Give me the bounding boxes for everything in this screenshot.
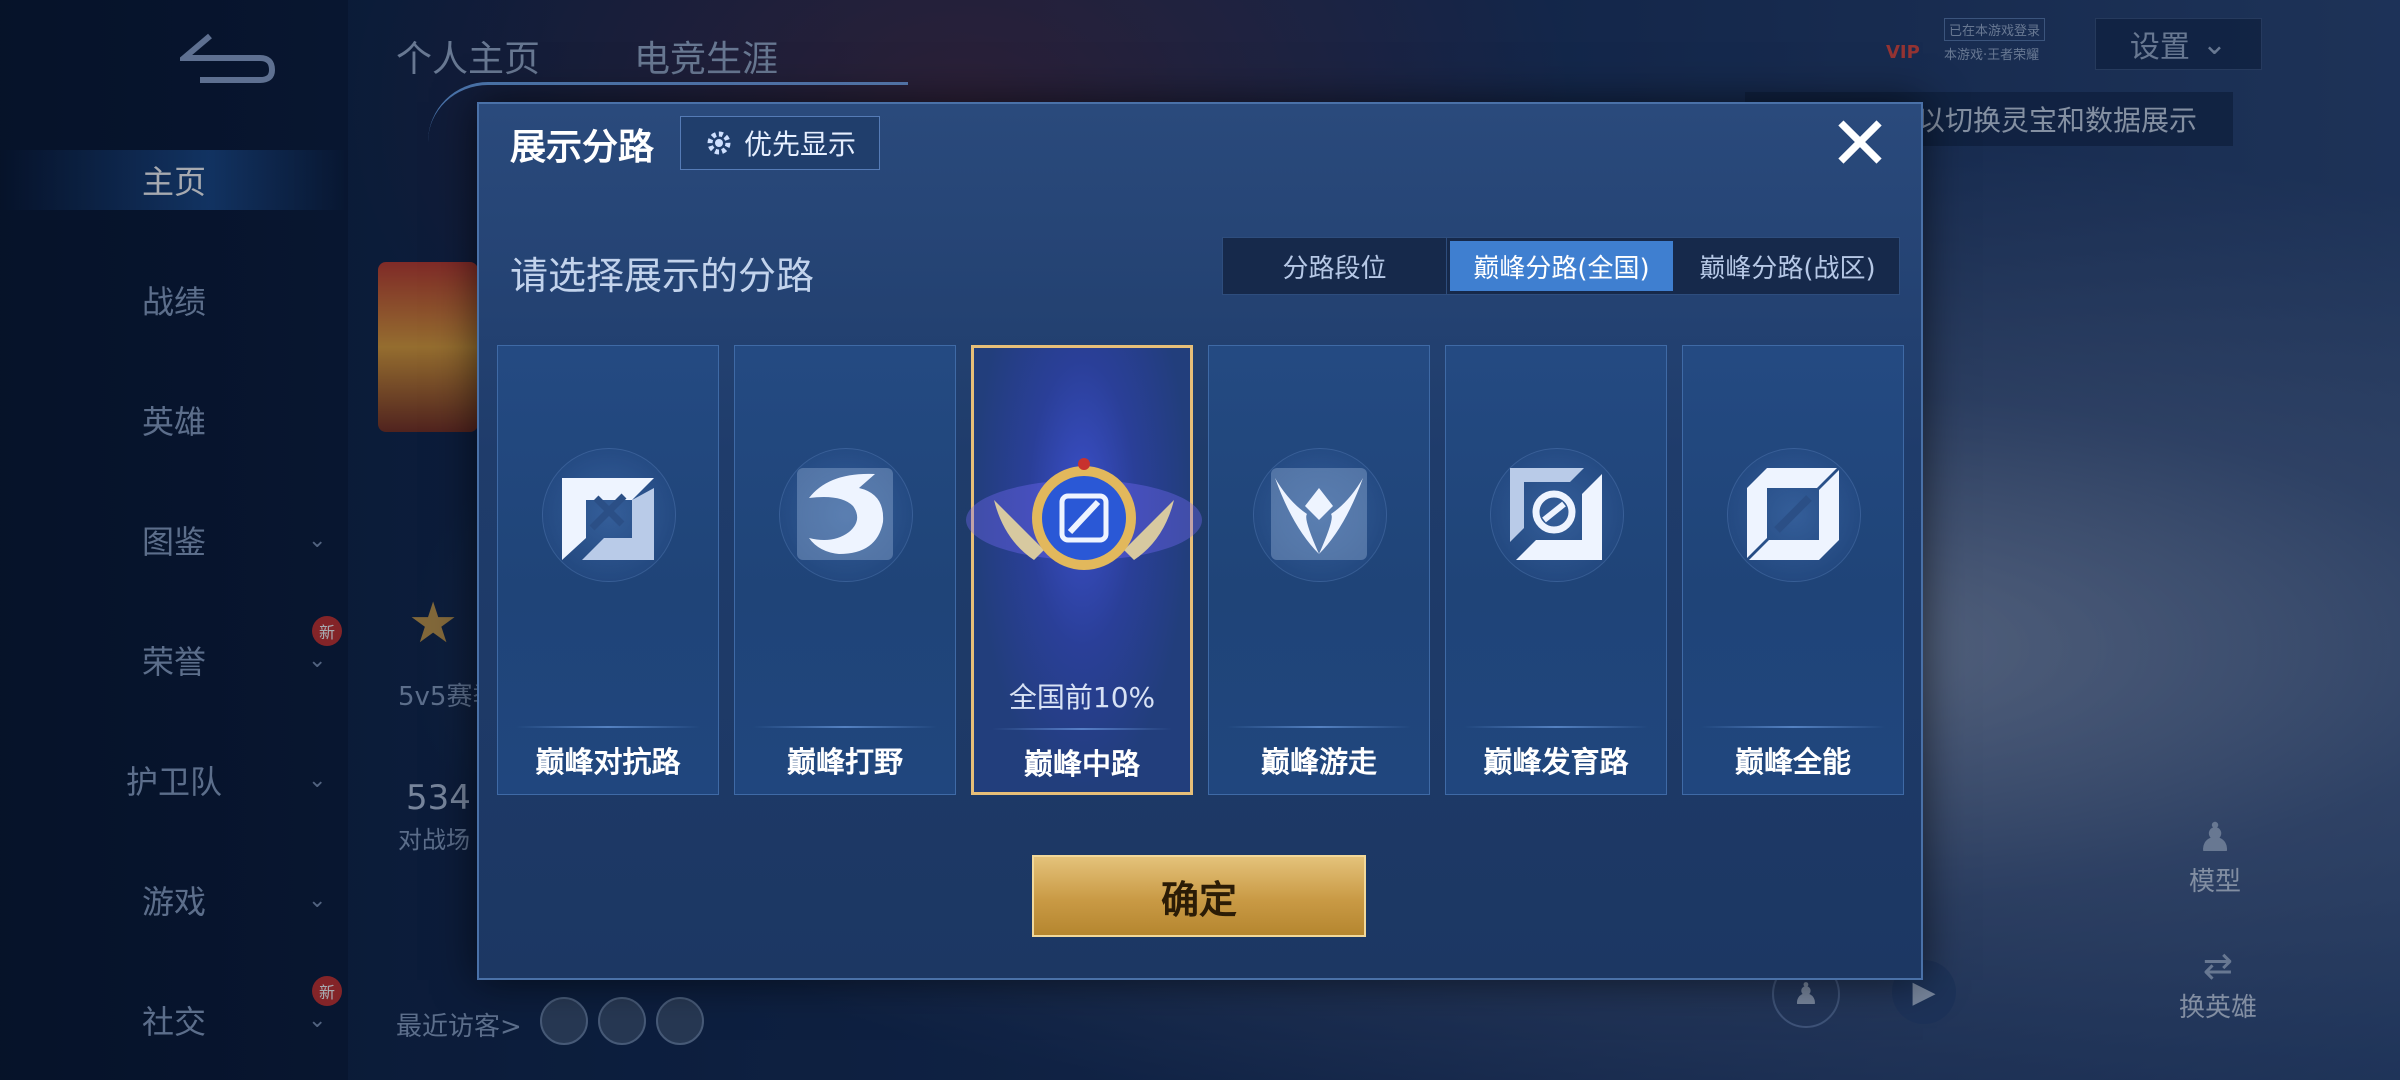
modal-subtitle: 请选择展示的分路	[510, 254, 815, 298]
farm-lane-icon	[1510, 468, 1602, 560]
mid-lane-emblem-icon	[966, 458, 1202, 570]
gear-icon	[707, 131, 731, 155]
priority-label: 优先显示	[743, 128, 856, 161]
lane-label: 巅峰对抗路	[535, 745, 681, 779]
modal-title: 展示分路	[510, 127, 655, 168]
tab-peak-lane-national[interactable]: 巅峰分路(全国)	[1450, 241, 1673, 291]
close-button[interactable]: ✕	[1826, 101, 1894, 187]
lane-label: 巅峰打野	[786, 745, 903, 779]
lane-card-jungle[interactable]: 巅峰打野	[734, 345, 956, 795]
lane-card-farm[interactable]: 巅峰发育路	[1445, 345, 1667, 795]
card-divider	[1227, 726, 1411, 728]
all-round-icon	[1747, 468, 1839, 560]
lane-label: 巅峰发育路	[1483, 745, 1629, 779]
lane-rank-text: 全国前10%	[1008, 681, 1156, 714]
card-divider	[1701, 726, 1885, 728]
lane-card-roam[interactable]: 巅峰游走	[1208, 345, 1430, 795]
lane-card-clash[interactable]: 巅峰对抗路	[497, 345, 719, 795]
lane-label: 巅峰游走	[1260, 745, 1377, 779]
card-divider	[992, 728, 1172, 730]
close-icon: ✕	[1828, 101, 1891, 187]
confirm-label: 确定	[1160, 877, 1237, 922]
lane-card-mid[interactable]: 全国前10% 巅峰中路	[966, 345, 1202, 795]
priority-display-button[interactable]: 优先显示	[680, 116, 880, 170]
tab-peak-lane-region[interactable]: 巅峰分路(战区)	[1676, 238, 1899, 294]
card-divider	[1464, 726, 1648, 728]
lane-card-all-round[interactable]: 巅峰全能	[1682, 345, 1904, 795]
roam-wings-icon	[1271, 468, 1367, 560]
lane-label: 巅峰全能	[1734, 745, 1851, 779]
confirm-button[interactable]: 确定	[1032, 855, 1366, 937]
jungle-dragon-icon	[797, 468, 893, 560]
tab-lane-rank[interactable]: 分路段位	[1223, 238, 1447, 294]
card-divider	[753, 726, 937, 728]
clash-lane-icon	[562, 478, 654, 560]
lane-label: 巅峰中路	[1023, 747, 1140, 781]
lane-source-tabs: 分路段位 巅峰分路(全国) 巅峰分路(战区)	[1222, 237, 1900, 295]
card-divider	[516, 726, 700, 728]
